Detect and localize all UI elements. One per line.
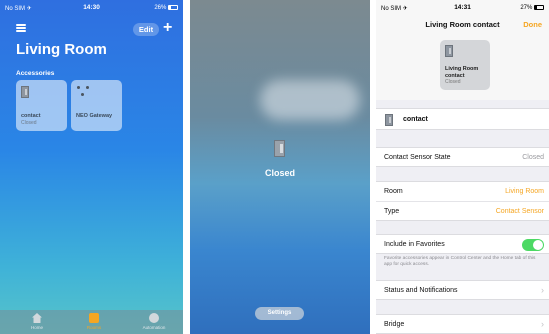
accessory-preview-tile[interactable]: Living Room contact Closed bbox=[440, 40, 490, 90]
automation-icon bbox=[149, 313, 159, 323]
menu-icon[interactable] bbox=[16, 24, 26, 32]
row-label: Status and Notifications bbox=[384, 287, 458, 294]
battery-icon bbox=[168, 5, 178, 10]
done-button[interactable]: Done bbox=[523, 20, 542, 29]
row-label: Include in Favorites bbox=[384, 241, 445, 248]
accessory-name-field[interactable]: contact bbox=[376, 108, 549, 130]
room-title: Living Room bbox=[16, 41, 107, 58]
favorites-footnote: Favorite accessories appear in Control C… bbox=[384, 256, 536, 267]
tab-label: Rooms bbox=[86, 325, 102, 330]
contact-sensor-state-row: Contact Sensor State Closed bbox=[376, 147, 549, 167]
control-center-detail: Closed Settings bbox=[190, 0, 370, 334]
contact-sensor-icon bbox=[385, 114, 393, 126]
sensor-state-label: Closed bbox=[264, 168, 295, 178]
navigation-bar: Living Room contact Done bbox=[376, 14, 549, 36]
home-room-screen: No SIM ✈ 14:30 26% Edit + Living Room Ac… bbox=[0, 0, 183, 334]
status-and-notifications-row[interactable]: Status and Notifications › bbox=[376, 280, 549, 300]
status-bar: No SIM ✈ 14:30 26% bbox=[0, 0, 183, 16]
contact-sensor-icon bbox=[274, 140, 285, 157]
battery-percent: 27% bbox=[520, 5, 533, 12]
row-value: Contact Sensor bbox=[495, 208, 544, 215]
tab-home[interactable]: Home bbox=[17, 313, 57, 330]
preview-name: Living Room contact bbox=[445, 66, 479, 79]
tile-name: contact bbox=[21, 113, 41, 119]
type-row[interactable]: Type Contact Sensor bbox=[376, 201, 549, 221]
settings-button[interactable]: Settings bbox=[255, 307, 304, 320]
bridge-hub-icon bbox=[77, 86, 91, 98]
battery-percent: 26% bbox=[154, 5, 167, 12]
chevron-right-icon: › bbox=[541, 319, 544, 329]
tab-label: Home bbox=[30, 325, 43, 330]
room-row[interactable]: Room Living Room bbox=[376, 181, 549, 201]
accessory-preview: Living Room contact Closed bbox=[376, 36, 549, 100]
row-label: Bridge bbox=[384, 321, 405, 328]
accessory-name-value: contact bbox=[403, 116, 428, 123]
favorites-toggle[interactable] bbox=[522, 239, 544, 251]
edit-button[interactable]: Edit bbox=[133, 23, 159, 36]
contact-sensor-icon bbox=[21, 86, 29, 98]
battery-indicator: 26% bbox=[154, 5, 178, 11]
bridge-row[interactable]: Bridge › bbox=[376, 314, 549, 334]
accessory-settings-screen: No SIM ✈ 14:31 27% Living Room contact D… bbox=[376, 0, 549, 334]
contact-sensor-icon bbox=[445, 45, 453, 57]
row-value: Closed bbox=[522, 154, 544, 161]
tile-state: Closed bbox=[21, 120, 37, 126]
tab-automation[interactable]: Automation bbox=[134, 313, 174, 330]
battery-indicator: 27% bbox=[520, 5, 544, 11]
tab-bar: Home Rooms Automation bbox=[0, 310, 183, 334]
accessory-tile-contact[interactable]: contact Closed bbox=[16, 80, 67, 131]
include-in-favorites-row: Include in Favorites bbox=[376, 234, 549, 254]
rooms-icon bbox=[89, 313, 99, 323]
battery-icon bbox=[534, 5, 544, 10]
add-button[interactable]: + bbox=[163, 20, 172, 36]
tab-rooms[interactable]: Rooms bbox=[74, 313, 114, 330]
row-label: Room bbox=[384, 188, 403, 195]
blurred-background-tile bbox=[260, 80, 360, 120]
tab-label: Automation bbox=[142, 325, 166, 330]
row-value: Living Room bbox=[505, 188, 544, 195]
row-label: Type bbox=[384, 208, 400, 215]
row-label: Contact Sensor State bbox=[384, 154, 451, 161]
tile-name: NEO Gateway bbox=[76, 113, 113, 119]
accessories-section-label: Accessories bbox=[16, 70, 55, 77]
chevron-right-icon: › bbox=[541, 285, 544, 295]
accessory-tile-neo-gateway[interactable]: NEO Gateway bbox=[71, 80, 122, 131]
house-icon bbox=[32, 313, 42, 323]
preview-state: Closed bbox=[445, 79, 461, 85]
